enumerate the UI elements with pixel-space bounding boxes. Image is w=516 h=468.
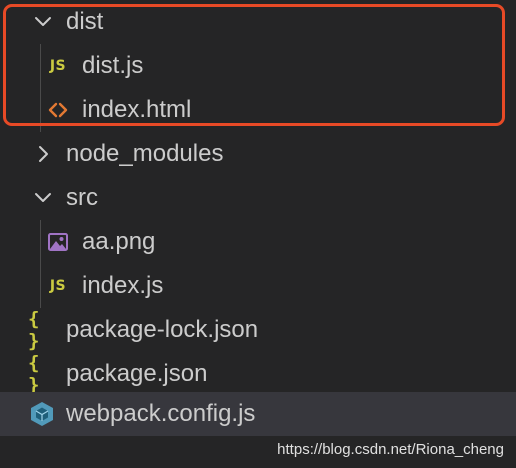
folder-src[interactable]: src [0,176,516,220]
image-file-icon [46,220,70,264]
file-explorer-tree: dist JS dist.js index.html node_modules … [0,0,516,440]
file-label: aa.png [82,228,156,255]
folder-label: dist [66,8,104,35]
file-index-html[interactable]: index.html [0,88,516,132]
html-file-icon [46,88,70,132]
webpack-config-icon [28,392,56,436]
chevron-down-icon [30,176,56,220]
file-label: package-lock.json [66,316,259,343]
json-file-icon: { } [28,352,40,396]
file-package-lock-json[interactable]: { } package-lock.json [0,308,516,352]
file-dist-js[interactable]: JS dist.js [0,44,516,88]
file-index-js[interactable]: JS index.js [0,264,516,308]
file-label: webpack.config.js [66,400,256,427]
file-webpack-config-js[interactable]: webpack.config.js [0,392,516,436]
folder-label: node_modules [66,140,224,167]
file-label: index.js [82,272,164,299]
folder-label: src [66,184,98,211]
file-label: package.json [66,360,208,387]
file-package-json[interactable]: { } package.json [0,352,516,396]
indent-guide [40,220,41,264]
file-aa-png[interactable]: aa.png [0,220,516,264]
file-label: index.html [82,96,192,123]
watermark-text: https://blog.csdn.net/Riona_cheng [277,441,504,458]
json-file-icon: { } [28,308,40,352]
chevron-right-icon [30,132,56,176]
folder-dist[interactable]: dist [0,0,516,44]
indent-guide [40,264,41,308]
chevron-down-icon [30,0,56,44]
javascript-file-icon: JS [49,58,67,74]
javascript-file-icon: JS [49,278,67,294]
indent-guide [40,88,41,132]
folder-node-modules[interactable]: node_modules [0,132,516,176]
indent-guide [40,44,41,88]
file-label: dist.js [82,52,144,79]
